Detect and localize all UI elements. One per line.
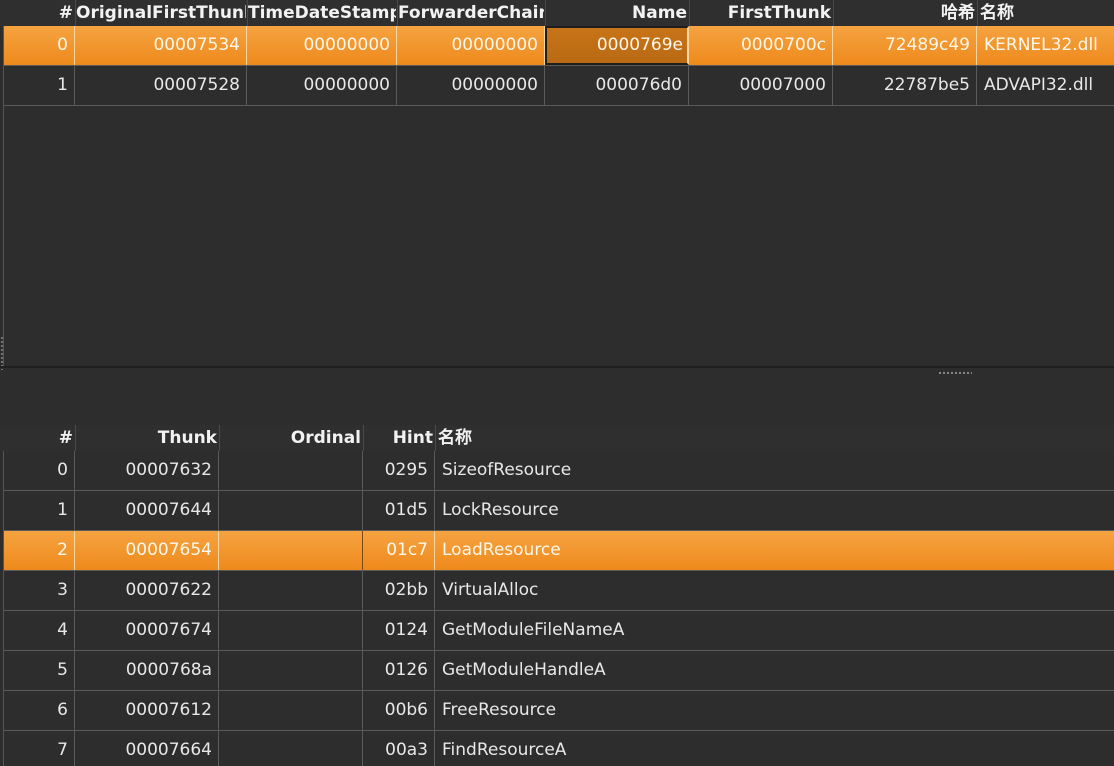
cell-hint[interactable]: 01c7 [363,531,435,570]
import-descriptor-header: # OriginalFirstThunk TimeDateStamp Forwa… [0,0,1114,26]
cell-index[interactable]: 5 [4,651,75,690]
col-header-thunk[interactable]: Thunk [76,425,218,451]
cell-index[interactable]: 1 [4,491,75,530]
import-descriptor-table: # OriginalFirstThunk TimeDateStamp Forwa… [0,0,1114,370]
imported-functions-header: # Thunk Ordinal Hint 名称 [0,425,1114,451]
pane-splitter[interactable] [0,366,1114,368]
cell-ordinal[interactable] [219,611,363,650]
col-header-dll-name[interactable]: 名称 [976,0,1114,26]
col-header-ordinal[interactable]: Ordinal [220,425,362,451]
cell-ordinal[interactable] [219,651,363,690]
col-header-function-name[interactable]: 名称 [434,425,634,451]
col-header-time-date-stamp[interactable]: TimeDateStamp [248,0,396,26]
col-header-hint[interactable]: Hint [364,425,434,451]
cell-function-name[interactable]: FindResourceA [435,731,1114,766]
cell-thunk[interactable]: 00007644 [75,491,219,530]
cell-index[interactable]: 2 [4,531,75,570]
resize-grip-icon[interactable] [0,336,4,370]
empty-table-area [4,106,1114,367]
cell-forwarder-chain[interactable]: 00000000 [397,26,545,65]
cell-ordinal[interactable] [219,691,363,730]
table-row[interactable]: 1 00007528 00000000 00000000 000076d0 00… [4,66,1114,106]
cell-function-name[interactable]: SizeofResource [435,451,1114,490]
cell-thunk[interactable]: 00007674 [75,611,219,650]
table-row[interactable]: 4 00007674 0124 GetModuleFileNameA [4,611,1114,651]
cell-thunk[interactable]: 00007654 [75,531,219,570]
cell-hash[interactable]: 22787be5 [833,66,977,105]
cell-function-name[interactable]: GetModuleFileNameA [435,611,1114,650]
cell-hint[interactable]: 0126 [363,651,435,690]
cell-thunk[interactable]: 00007632 [75,451,219,490]
cell-index[interactable]: 6 [4,691,75,730]
cell-dll-name[interactable]: ADVAPI32.dll [977,66,1114,105]
cell-hint[interactable]: 02bb [363,571,435,610]
cell-index[interactable]: 1 [4,66,75,105]
cell-name-focused[interactable]: 0000769e [545,26,689,65]
cell-time-date-stamp[interactable]: 00000000 [247,66,397,105]
cell-function-name[interactable]: LockResource [435,491,1114,530]
table-row[interactable]: 0 00007534 00000000 00000000 0000769e 00… [4,26,1114,66]
cell-function-name[interactable]: VirtualAlloc [435,571,1114,610]
col-header-name[interactable]: Name [546,0,688,26]
cell-hint[interactable]: 00a3 [363,731,435,766]
table-row[interactable]: 6 00007612 00b6 FreeResource [4,691,1114,731]
cell-hash[interactable]: 72489c49 [833,26,977,65]
splitter-grip-icon[interactable] [938,371,972,375]
cell-thunk[interactable]: 00007622 [75,571,219,610]
cell-original-first-thunk[interactable]: 00007534 [75,26,247,65]
cell-ordinal[interactable] [219,531,363,570]
cell-index[interactable]: 0 [4,451,75,490]
col-header-hash[interactable]: 哈希 [834,0,976,26]
table-row[interactable]: 2 00007654 01c7 LoadResource [4,531,1114,571]
col-header-first-thunk[interactable]: FirstThunk [690,0,832,26]
cell-original-first-thunk[interactable]: 00007528 [75,66,247,105]
cell-time-date-stamp[interactable]: 00000000 [247,26,397,65]
cell-thunk[interactable]: 0000768a [75,651,219,690]
col-header-original-first-thunk[interactable]: OriginalFirstThunk [76,0,246,26]
cell-dll-name[interactable]: KERNEL32.dll [977,26,1114,65]
col-header-index[interactable]: # [4,425,74,451]
cell-name[interactable]: 000076d0 [545,66,689,105]
col-header-index[interactable]: # [4,0,74,26]
table-row[interactable]: 1 00007644 01d5 LockResource [4,491,1114,531]
cell-index[interactable]: 4 [4,611,75,650]
imported-functions-table: # Thunk Ordinal Hint 名称 0 00007632 0295 … [0,425,1114,766]
col-header-forwarder-chain[interactable]: ForwarderChain [398,0,544,26]
cell-first-thunk[interactable]: 0000700c [689,26,833,65]
table-row[interactable]: 0 00007632 0295 SizeofResource [4,451,1114,491]
cell-forwarder-chain[interactable]: 00000000 [397,66,545,105]
cell-thunk[interactable]: 00007664 [75,731,219,766]
cell-index[interactable]: 0 [4,26,75,65]
cell-thunk[interactable]: 00007612 [75,691,219,730]
cell-function-name[interactable]: LoadResource [435,531,1114,570]
cell-ordinal[interactable] [219,451,363,490]
cell-ordinal[interactable] [219,731,363,766]
cell-function-name[interactable]: FreeResource [435,691,1114,730]
cell-ordinal[interactable] [219,491,363,530]
cell-index[interactable]: 7 [4,731,75,766]
cell-ordinal[interactable] [219,571,363,610]
table-row[interactable]: 3 00007622 02bb VirtualAlloc [4,571,1114,611]
cell-hint[interactable]: 0124 [363,611,435,650]
cell-hint[interactable]: 00b6 [363,691,435,730]
table-row[interactable]: 5 0000768a 0126 GetModuleHandleA [4,651,1114,691]
cell-hint[interactable]: 01d5 [363,491,435,530]
cell-index[interactable]: 3 [4,571,75,610]
table-row[interactable]: 7 00007664 00a3 FindResourceA [4,731,1114,766]
cell-first-thunk[interactable]: 00007000 [689,66,833,105]
cell-function-name[interactable]: GetModuleHandleA [435,651,1114,690]
cell-hint[interactable]: 0295 [363,451,435,490]
